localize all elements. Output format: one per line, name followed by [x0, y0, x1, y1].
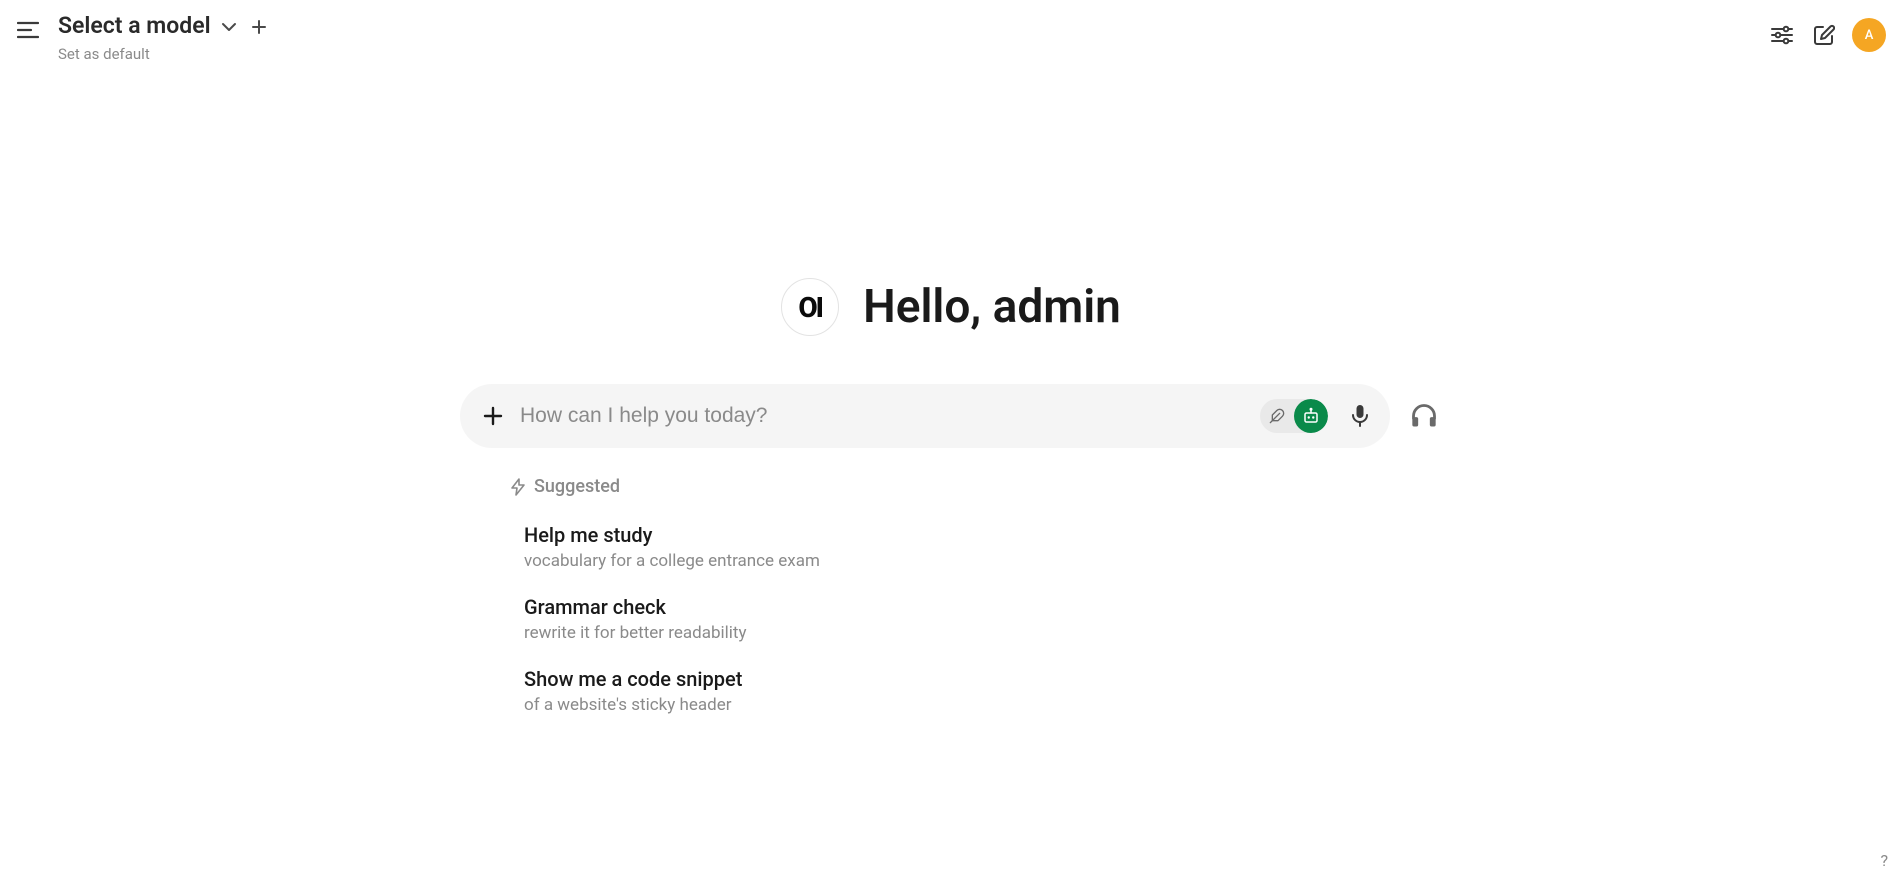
app-logo: OI — [781, 278, 839, 336]
model-select[interactable]: Select a model — [58, 12, 267, 39]
avatar[interactable]: A — [1852, 18, 1886, 52]
hamburger-icon — [17, 21, 39, 39]
suggestion-title: Grammar check — [524, 595, 1416, 619]
header: Select a model Set as default — [0, 0, 1902, 63]
lightning-icon — [510, 478, 526, 496]
chat-input-bar — [460, 384, 1390, 448]
avatar-initial: A — [1865, 28, 1874, 43]
header-left: Select a model Set as default — [14, 12, 267, 63]
microphone-icon — [1350, 404, 1370, 428]
suggested-header-label: Suggested — [534, 476, 620, 497]
microphone-button[interactable] — [1344, 400, 1376, 432]
suggestion-subtitle: vocabulary for a college entrance exam — [524, 551, 1416, 571]
edit-square-icon — [1813, 24, 1835, 46]
plus-icon — [482, 405, 504, 427]
main-content: OI Hello, admin — [451, 278, 1451, 733]
new-chat-plus-icon[interactable] — [251, 19, 267, 35]
suggestion-subtitle: of a website's sticky header — [524, 695, 1416, 715]
edit-button[interactable] — [1810, 21, 1838, 49]
controls-button[interactable] — [1768, 21, 1796, 49]
suggestion-item[interactable]: Show me a code snippet of a website's st… — [510, 661, 1416, 733]
greeting-text: Hello, admin — [863, 280, 1121, 334]
headphones-icon — [1410, 402, 1438, 430]
feather-icon — [1269, 408, 1285, 424]
input-row — [451, 384, 1451, 448]
mode-toggle-bot[interactable] — [1294, 399, 1328, 433]
voice-call-button[interactable] — [1406, 398, 1442, 434]
greeting-row: OI Hello, admin — [781, 278, 1121, 336]
sliders-icon — [1771, 25, 1793, 45]
suggestion-title: Help me study — [524, 523, 1416, 547]
attach-button[interactable] — [482, 405, 504, 427]
bot-icon — [1302, 407, 1320, 425]
help-button[interactable]: ? — [1880, 851, 1888, 870]
suggested-header: Suggested — [510, 476, 1416, 497]
suggested-block: Suggested Help me study vocabulary for a… — [486, 476, 1416, 733]
set-default-button[interactable]: Set as default — [58, 45, 267, 63]
help-label: ? — [1880, 851, 1888, 870]
header-right: A — [1768, 18, 1886, 52]
chat-input[interactable] — [520, 404, 1244, 428]
menu-button[interactable] — [14, 16, 42, 44]
suggestion-title: Show me a code snippet — [524, 667, 1416, 691]
model-select-wrap: Select a model Set as default — [58, 12, 267, 63]
mode-toggle[interactable] — [1260, 399, 1328, 433]
chevron-down-icon — [221, 22, 237, 32]
suggestion-subtitle: rewrite it for better readability — [524, 623, 1416, 643]
mode-toggle-pen[interactable] — [1260, 399, 1294, 433]
suggestion-item[interactable]: Help me study vocabulary for a college e… — [510, 517, 1416, 589]
model-select-label: Select a model — [58, 12, 211, 39]
suggestion-item[interactable]: Grammar check rewrite it for better read… — [510, 589, 1416, 661]
app-logo-text: OI — [798, 291, 822, 324]
